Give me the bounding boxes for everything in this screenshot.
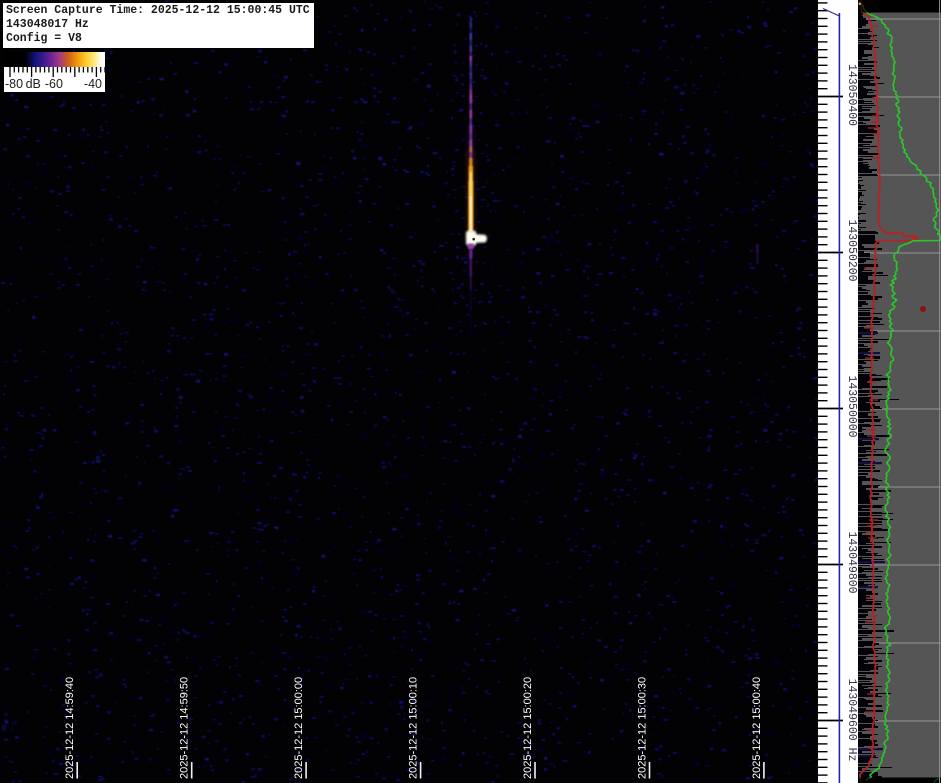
svg-text:2025-12-12 15:00:30: 2025-12-12 15:00:30 <box>637 677 649 779</box>
svg-text:143050200: 143050200 <box>845 219 858 281</box>
svg-text:2025-12-12 14:59:40: 2025-12-12 14:59:40 <box>64 677 76 779</box>
svg-text:143050400: 143050400 <box>845 64 858 126</box>
svg-text:2025-12-12 15:00:00: 2025-12-12 15:00:00 <box>293 677 305 779</box>
svg-text:2025-12-12 14:59:50: 2025-12-12 14:59:50 <box>179 677 191 779</box>
svg-text:2025-12-12 15:00:10: 2025-12-12 15:00:10 <box>408 677 420 779</box>
svg-text:143049600 Hz: 143049600 Hz <box>845 679 858 762</box>
svg-text:143050000: 143050000 <box>845 375 858 437</box>
svg-text:2025-12-12 15:00:20: 2025-12-12 15:00:20 <box>522 677 534 779</box>
svg-text:143049800: 143049800 <box>845 531 858 593</box>
svg-text:2025-12-12 15:00:40: 2025-12-12 15:00:40 <box>751 677 763 779</box>
